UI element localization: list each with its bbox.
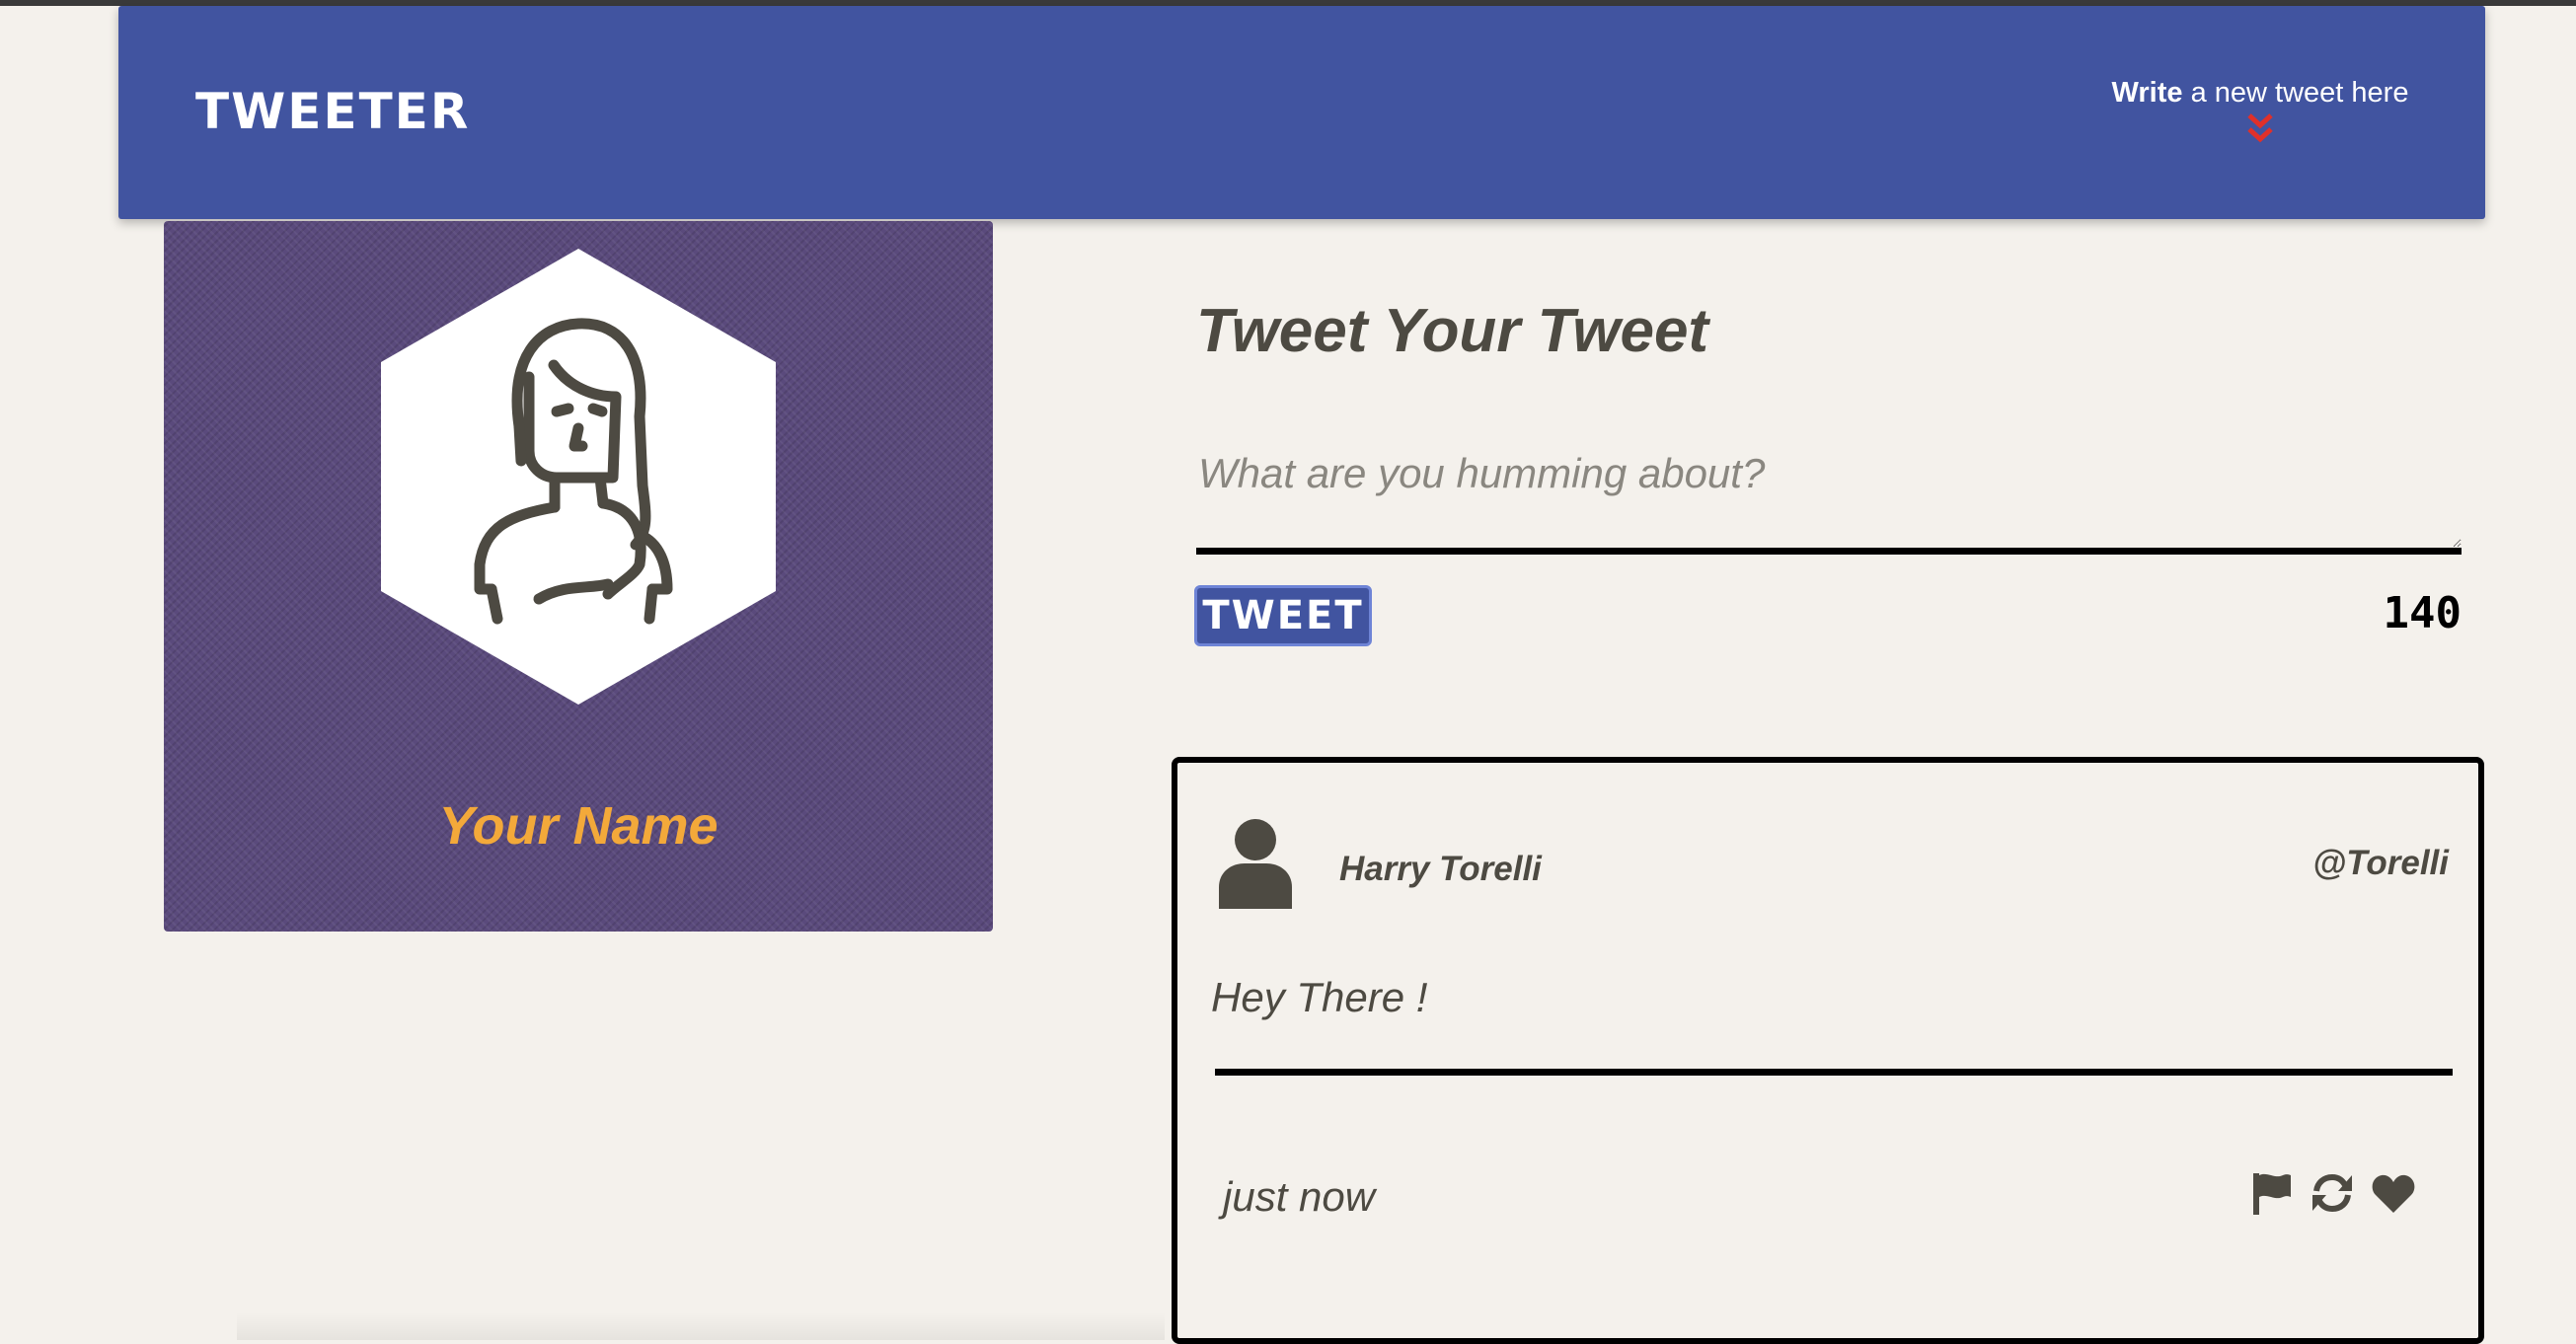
tweet-author-name: Harry Torelli (1339, 850, 1542, 888)
person-icon (1219, 819, 1292, 909)
retweet-icon[interactable] (2309, 1169, 2356, 1217)
profile-name: Your Name (438, 796, 719, 856)
user-avatar-icon (381, 249, 776, 705)
tweet-button[interactable]: TWEET (1194, 585, 1372, 646)
tweet-author-handle: @Torelli (2312, 844, 2449, 882)
brand-logo[interactable]: TWEETER (195, 83, 470, 140)
compose-toggle-text: a new tweet here (2182, 77, 2409, 109)
tweet-timestamp: just now (1223, 1173, 1376, 1220)
flag-icon[interactable] (2247, 1169, 2295, 1217)
compose-toggle-bold: Write (2111, 77, 2183, 109)
profile-card: Your Name (164, 221, 993, 932)
composer-title: Tweet Your Tweet (1196, 297, 1709, 365)
double-chevron-down-icon[interactable] (2245, 112, 2275, 145)
tweet-body: Hey There ! (1211, 974, 1428, 1020)
tweet-divider (1215, 1069, 2453, 1076)
compose-toggle[interactable]: Write a new tweet here (2063, 77, 2458, 145)
tweet-actions (2247, 1169, 2417, 1217)
top-nav: TWEETER Write a new tweet here (118, 6, 2485, 219)
tweet-input[interactable] (1196, 432, 2462, 555)
footer-shadow (237, 1312, 1165, 1340)
heart-icon[interactable] (2370, 1169, 2417, 1217)
tweet-card: Harry Torelli @Torelli Hey There ! just … (1172, 757, 2484, 1344)
character-counter: 140 (2383, 588, 2462, 638)
